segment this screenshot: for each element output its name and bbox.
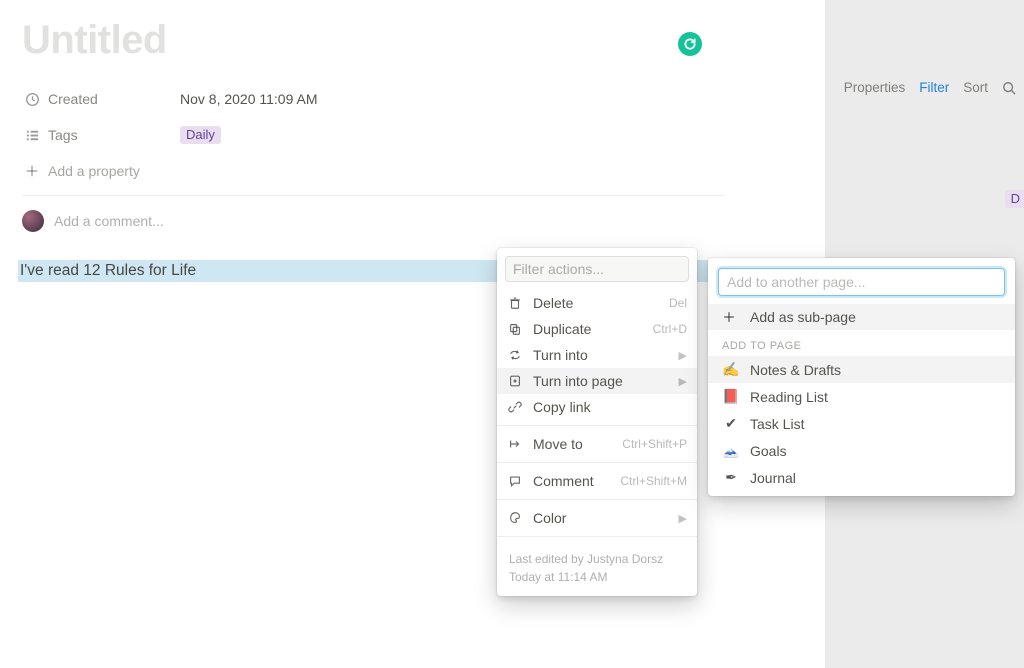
link-icon — [507, 400, 523, 414]
menu-footer: Last edited by Justyna Dorsz Today at 11… — [497, 542, 697, 596]
add-property-button[interactable]: Add a property — [22, 153, 725, 189]
property-row-created[interactable]: Created Nov 8, 2020 11:09 AM — [22, 81, 725, 117]
submenu-item-add-subpage[interactable]: Add as sub-page — [708, 304, 1015, 330]
property-value-created[interactable]: Nov 8, 2020 11:09 AM — [180, 91, 318, 107]
submenu-item-label: Journal — [750, 470, 796, 486]
clock-icon — [22, 92, 42, 107]
menu-item-label: Comment — [533, 473, 594, 489]
shortcut-label: Ctrl+Shift+M — [620, 474, 687, 488]
menu-separator — [497, 462, 697, 463]
menu-item-label: Turn into page — [533, 373, 623, 389]
property-row-tags[interactable]: Tags Daily — [22, 117, 725, 153]
page-emoji-icon: 📕 — [722, 388, 740, 405]
menu-item-duplicate[interactable]: Duplicate Ctrl+D — [497, 316, 697, 342]
page-title[interactable]: Untitled — [22, 18, 725, 63]
chevron-right-icon: ▶ — [679, 512, 687, 525]
plus-icon — [22, 164, 42, 178]
menu-item-turn-into-page[interactable]: Turn into page ▶ — [497, 368, 697, 394]
footer-line-2: Today at 11:14 AM — [509, 568, 685, 586]
submenu-section-label: ADD TO PAGE — [708, 330, 1015, 356]
list-icon — [22, 128, 42, 143]
page-emoji-icon: ✒ — [722, 469, 740, 486]
turn-into-page-icon — [507, 374, 523, 388]
turn-into-page-submenu: Add as sub-page ADD TO PAGE ✍️ Notes & D… — [708, 258, 1015, 496]
filter-button[interactable]: Filter — [919, 80, 949, 95]
menu-separator — [497, 425, 697, 426]
properties-button[interactable]: Properties — [844, 80, 906, 95]
menu-item-turn-into[interactable]: Turn into ▶ — [497, 342, 697, 368]
menu-separator — [497, 499, 697, 500]
turn-into-icon — [507, 348, 523, 362]
comment-icon — [507, 474, 523, 488]
menu-item-label: Turn into — [533, 347, 588, 363]
submenu-item-label: Goals — [750, 443, 787, 459]
add-to-page-search-input[interactable] — [718, 268, 1005, 296]
chevron-right-icon: ▶ — [679, 375, 687, 388]
page-emoji-icon: ✔ — [722, 415, 740, 432]
menu-item-label: Move to — [533, 436, 583, 452]
duplicate-icon — [507, 322, 523, 336]
shortcut-label: Ctrl+D — [653, 322, 687, 336]
tag-preview-right: D — [1005, 190, 1024, 208]
submenu-page-item[interactable]: 📕 Reading List — [708, 383, 1015, 410]
submenu-item-label: Notes & Drafts — [750, 362, 841, 378]
divider — [22, 195, 725, 196]
shortcut-label: Ctrl+Shift+P — [622, 437, 687, 451]
tag-pill-daily[interactable]: Daily — [180, 126, 221, 144]
submenu-item-label: Reading List — [750, 389, 828, 405]
avatar — [22, 210, 44, 232]
menu-item-label: Color — [533, 510, 566, 526]
page-emoji-icon: 🗻 — [722, 442, 740, 459]
chevron-right-icon: ▶ — [679, 349, 687, 362]
menu-item-delete[interactable]: Delete Del — [497, 290, 697, 316]
submenu-page-item[interactable]: ✔ Task List — [708, 410, 1015, 437]
filter-actions-input[interactable]: Filter actions... — [505, 256, 689, 282]
move-to-icon — [507, 437, 523, 451]
page-emoji-icon: ✍️ — [722, 361, 740, 378]
search-icon[interactable] — [1002, 81, 1016, 95]
menu-item-copy-link[interactable]: Copy link — [497, 394, 697, 420]
menu-item-color[interactable]: Color ▶ — [497, 505, 697, 531]
menu-item-label: Copy link — [533, 399, 591, 415]
context-menu: Filter actions... Delete Del Duplicate C… — [497, 248, 697, 596]
submenu-page-item[interactable]: 🗻 Goals — [708, 437, 1015, 464]
menu-separator — [497, 536, 697, 537]
submenu-item-label: Add as sub-page — [750, 309, 856, 325]
view-toolbar: Properties Filter Sort — [844, 80, 1016, 95]
trash-icon — [507, 296, 523, 310]
shortcut-label: Del — [669, 296, 687, 310]
submenu-item-label: Task List — [750, 416, 804, 432]
menu-item-comment[interactable]: Comment Ctrl+Shift+M — [497, 468, 697, 494]
page-panel: Untitled Created Nov 8, 2020 11:09 AM Ta… — [0, 0, 825, 668]
submenu-page-item[interactable]: ✒ Journal — [708, 464, 1015, 496]
property-label-created: Created — [48, 91, 180, 107]
submenu-page-item[interactable]: ✍️ Notes & Drafts — [708, 356, 1015, 383]
color-icon — [507, 511, 523, 525]
sort-button[interactable]: Sort — [963, 80, 988, 95]
menu-item-label: Duplicate — [533, 321, 591, 337]
grammarly-icon[interactable] — [678, 32, 702, 56]
plus-icon — [722, 310, 740, 324]
add-comment-placeholder: Add a comment... — [54, 213, 164, 229]
footer-line-1: Last edited by Justyna Dorsz — [509, 550, 685, 568]
menu-item-label: Delete — [533, 295, 573, 311]
menu-item-move-to[interactable]: Move to Ctrl+Shift+P — [497, 431, 697, 457]
add-property-label: Add a property — [48, 163, 140, 179]
property-label-tags: Tags — [48, 127, 180, 143]
